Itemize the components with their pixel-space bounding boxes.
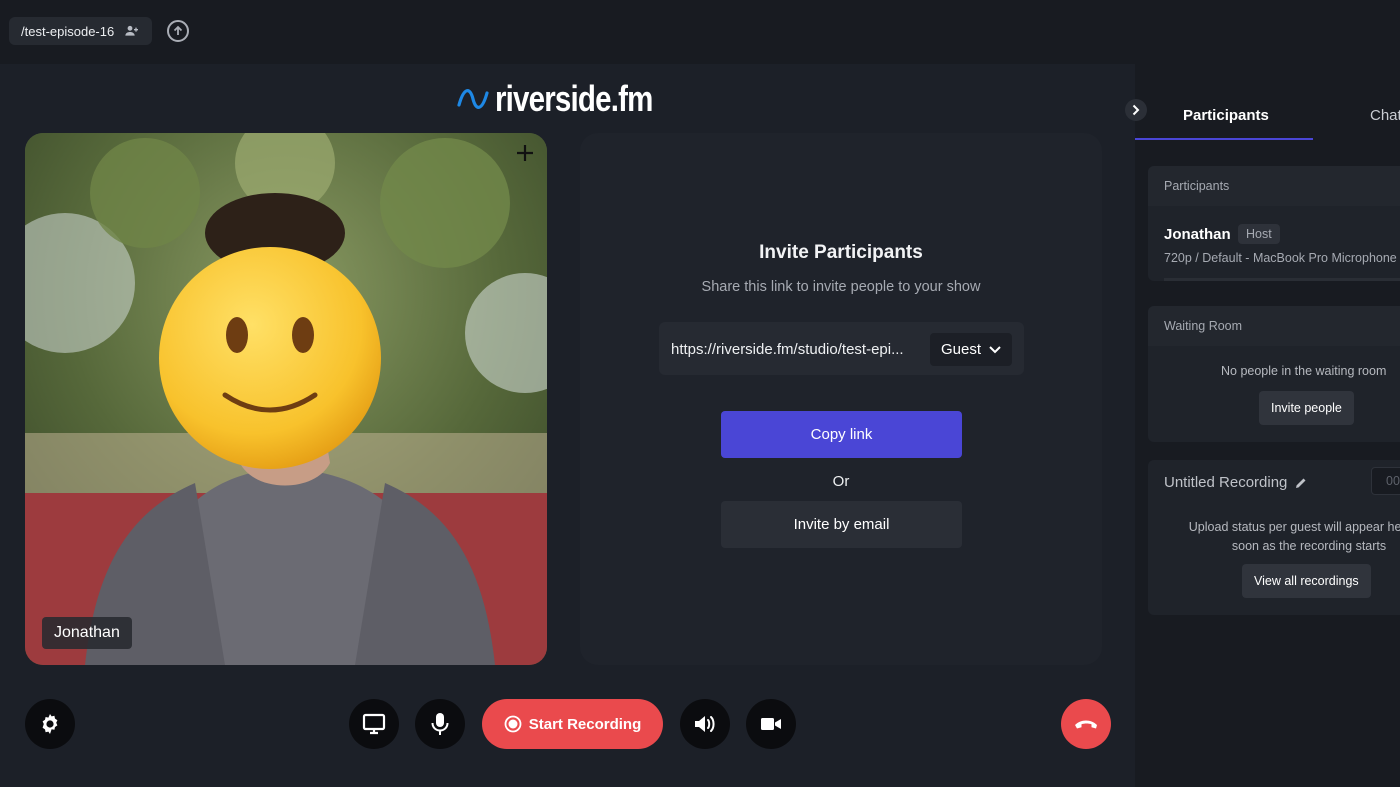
recording-title[interactable]: Untitled Recording bbox=[1164, 474, 1287, 491]
camera-feed-image bbox=[25, 133, 547, 665]
waiting-room-empty: No people in the waiting room bbox=[1221, 364, 1387, 378]
start-recording-label: Start Recording bbox=[528, 715, 642, 733]
recording-title-row: Untitled Recording bbox=[1164, 474, 1307, 491]
gear-icon bbox=[42, 714, 58, 734]
wave-logo-icon bbox=[457, 89, 489, 109]
video-tile[interactable]: Jonathan bbox=[25, 133, 547, 665]
invite-title: Invite Participants bbox=[759, 242, 923, 263]
chevron-right-icon bbox=[1132, 104, 1140, 116]
role-select[interactable]: Guest bbox=[930, 333, 1012, 366]
recording-panel: Untitled Recording 00:00 Upload status p… bbox=[1148, 460, 1400, 615]
screen-share-button[interactable] bbox=[349, 699, 399, 749]
add-person-icon[interactable] bbox=[124, 23, 140, 39]
microphone-button[interactable] bbox=[415, 699, 465, 749]
end-call-icon bbox=[1075, 720, 1097, 729]
invite-by-email-button[interactable]: Invite by email bbox=[721, 501, 962, 548]
active-tab-indicator bbox=[1135, 138, 1313, 140]
microphone-icon bbox=[431, 713, 449, 735]
logo-text: riverside.fm bbox=[495, 78, 653, 119]
chevron-down-icon bbox=[989, 345, 1001, 353]
upload-note-line-2: soon as the recording starts bbox=[1231, 539, 1387, 553]
collapse-sidebar-button[interactable] bbox=[1125, 99, 1147, 121]
recording-timer: 00:00 bbox=[1371, 467, 1400, 495]
role-selected: Guest bbox=[940, 341, 982, 358]
riverside-logo: riverside.fm bbox=[457, 78, 687, 120]
audio-level-meter bbox=[1164, 278, 1400, 281]
copy-link-button[interactable]: Copy link bbox=[721, 411, 962, 458]
invite-subtitle: Share this link to invite people to your… bbox=[701, 279, 981, 295]
camera-icon bbox=[761, 718, 781, 730]
upload-note-line-1: Upload status per guest will appear here… bbox=[1188, 520, 1400, 534]
invite-card: Invite Participants Share this link to i… bbox=[580, 133, 1102, 665]
invite-link-box: https://riverside.fm/studio/test-epi... … bbox=[659, 322, 1024, 375]
waiting-room-panel: Waiting Room No people in the waiting ro… bbox=[1148, 306, 1400, 442]
participant-name-tag: Jonathan bbox=[42, 617, 132, 649]
view-all-recordings-button[interactable]: View all recordings bbox=[1242, 564, 1371, 598]
speaker-button[interactable] bbox=[680, 699, 730, 749]
sidebar: Participants Chat Participants Jonathan … bbox=[1135, 64, 1400, 787]
end-call-button[interactable] bbox=[1061, 699, 1111, 749]
participants-panel: Participants Jonathan Host 720p / Defaul… bbox=[1148, 166, 1400, 281]
invite-link[interactable]: https://riverside.fm/studio/test-epi... bbox=[671, 341, 904, 358]
upload-arrow-icon[interactable] bbox=[167, 20, 189, 42]
speaker-icon bbox=[695, 716, 715, 732]
room-path-chip[interactable]: /test-episode-16 bbox=[9, 17, 153, 45]
host-badge: Host bbox=[1238, 224, 1280, 244]
record-icon bbox=[504, 715, 522, 733]
top-bar: /test-episode-16 bbox=[0, 0, 1400, 64]
room-path: /test-episode-16 bbox=[21, 23, 115, 39]
invite-people-button[interactable]: Invite people bbox=[1259, 391, 1354, 425]
camera-button[interactable] bbox=[746, 699, 796, 749]
start-recording-button[interactable]: Start Recording bbox=[482, 699, 663, 749]
waiting-room-heading: Waiting Room bbox=[1148, 306, 1400, 346]
participants-heading: Participants bbox=[1148, 166, 1400, 206]
settings-button[interactable] bbox=[25, 699, 75, 749]
add-plus-icon[interactable] bbox=[515, 143, 535, 163]
upload-status-note: Upload status per guest will appear here… bbox=[1148, 518, 1400, 556]
pencil-icon[interactable] bbox=[1295, 477, 1307, 489]
or-divider: Or bbox=[832, 473, 850, 490]
screen-share-icon bbox=[362, 713, 386, 735]
tab-chat[interactable]: Chat bbox=[1370, 107, 1400, 124]
tab-participants[interactable]: Participants bbox=[1183, 107, 1269, 124]
participant-name: Jonathan bbox=[1164, 226, 1231, 243]
participant-device: 720p / Default - MacBook Pro Microphone bbox=[1164, 251, 1397, 265]
